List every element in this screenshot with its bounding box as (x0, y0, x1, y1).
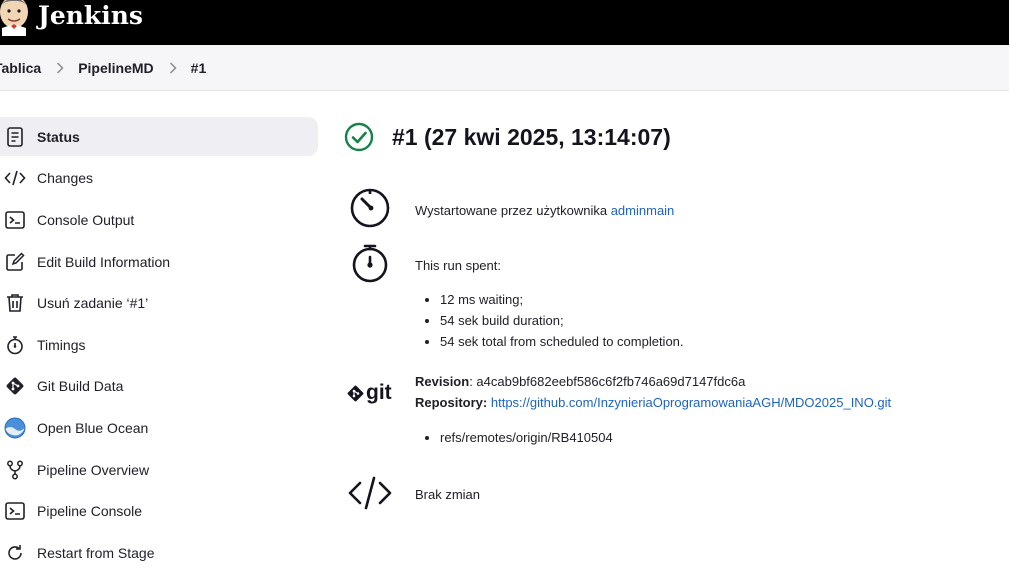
breadcrumb-dashboard[interactable]: Tablica (0, 60, 41, 76)
chevron-right-icon (56, 61, 64, 74)
list-item: 12 ms waiting; (440, 289, 684, 310)
list-item: refs/remotes/origin/RB410504 (440, 427, 613, 448)
sidebar: Status Changes Console Output Edit Build… (0, 90, 330, 561)
sidebar-item-timings[interactable]: Timings (0, 325, 318, 364)
repository-label: Repository (415, 395, 483, 410)
sidebar-item-label: Open Blue Ocean (37, 419, 149, 436)
sidebar-item-pipeline-overview[interactable]: Pipeline Overview (0, 450, 318, 489)
sidebar-item-status[interactable]: Status (0, 117, 318, 156)
revision-label: Revision (415, 374, 470, 389)
pipeline-icon (4, 459, 26, 481)
started-by-user-link[interactable]: adminmain (611, 203, 675, 218)
sidebar-item-label: Edit Build Information (37, 253, 171, 270)
success-check-icon (344, 122, 374, 152)
sidebar-item-changes[interactable]: Changes (0, 158, 318, 197)
breadcrumb-build[interactable]: #1 (191, 60, 207, 76)
git-repository: Repository: https://github.com/Inzynieri… (415, 395, 892, 410)
sidebar-item-pipeline-console[interactable]: Pipeline Console (0, 491, 318, 530)
blue-ocean-icon (4, 417, 26, 439)
sidebar-item-label: Usuń zadanie ‘#1’ (37, 294, 149, 311)
brand-name[interactable]: Jenkins (38, 0, 143, 32)
edit-icon (4, 251, 26, 273)
build-header: #1 (27 kwi 2025, 13:14:07) (344, 120, 671, 154)
changes-text: Brak zmian (415, 487, 481, 502)
sidebar-item-label: Pipeline Console (37, 502, 143, 519)
status-icon (4, 126, 26, 148)
git-icon (4, 375, 26, 397)
code-icon (4, 167, 26, 189)
sidebar-item-open-blue-ocean[interactable]: Open Blue Ocean (0, 408, 318, 447)
sidebar-item-git-build-data[interactable]: Git Build Data (0, 366, 318, 405)
breadcrumb-job[interactable]: PipelineMD (78, 60, 153, 76)
sidebar-item-label: Restart from Stage (37, 544, 155, 561)
stopwatch-icon (4, 334, 26, 356)
sidebar-item-label: Changes (37, 169, 94, 186)
timer-icon (347, 184, 393, 230)
page-title: #1 (27 kwi 2025, 13:14:07) (392, 124, 671, 150)
repository-link[interactable]: https://github.com/InzynieriaOprogramowa… (491, 395, 891, 410)
git-icon (347, 385, 364, 401)
revision-hash: a4cab9bf682eebf586c6f2fb746a69d7147fdc6a (476, 374, 746, 389)
chevron-right-icon (169, 61, 177, 74)
sidebar-item-restart-from-stage[interactable]: Restart from Stage (0, 533, 318, 572)
top-header: Jenkins (0, 0, 1009, 45)
breadcrumb: Tablica PipelineMD #1 (0, 45, 1009, 91)
run-time-heading: This run spent: (415, 258, 501, 273)
git-logo: git (347, 380, 397, 406)
build-details: #1 (27 kwi 2025, 13:14:07) Wystartowane … (330, 90, 1009, 551)
sidebar-item-label: Timings (37, 336, 86, 353)
jenkins-butler-icon (0, 0, 28, 36)
jenkins-logo[interactable] (0, 0, 34, 36)
trash-icon (4, 292, 26, 314)
code-icon (347, 470, 393, 516)
sidebar-item-edit-build-information[interactable]: Edit Build Information (0, 242, 318, 281)
branch-list: refs/remotes/origin/RB410504 (415, 427, 613, 448)
git-revision: Revision: a4cab9bf682eebf586c6f2fb746a69… (415, 374, 746, 389)
sidebar-item-label: Status (37, 128, 80, 145)
run-time-list: 12 ms waiting; 54 sek build duration; 54… (415, 289, 684, 352)
terminal-icon (4, 209, 26, 231)
git-logo-text: git (366, 381, 392, 404)
sidebar-item-label: Pipeline Overview (37, 461, 150, 478)
sidebar-item-delete-build[interactable]: Usuń zadanie ‘#1’ (0, 283, 318, 322)
sidebar-item-label: Git Build Data (37, 377, 124, 394)
list-item: 54 sek total from scheduled to completio… (440, 331, 684, 352)
restart-icon (4, 542, 26, 564)
sidebar-item-label: Console Output (37, 211, 135, 228)
started-by-label: Wystartowane przez użytkownika (415, 203, 608, 218)
list-item: 54 sek build duration; (440, 310, 684, 331)
started-by-text: Wystartowane przez użytkownika adminmain (415, 203, 674, 218)
stopwatch-icon (347, 240, 393, 286)
sidebar-item-console-output[interactable]: Console Output (0, 200, 318, 239)
terminal-icon (4, 500, 26, 522)
